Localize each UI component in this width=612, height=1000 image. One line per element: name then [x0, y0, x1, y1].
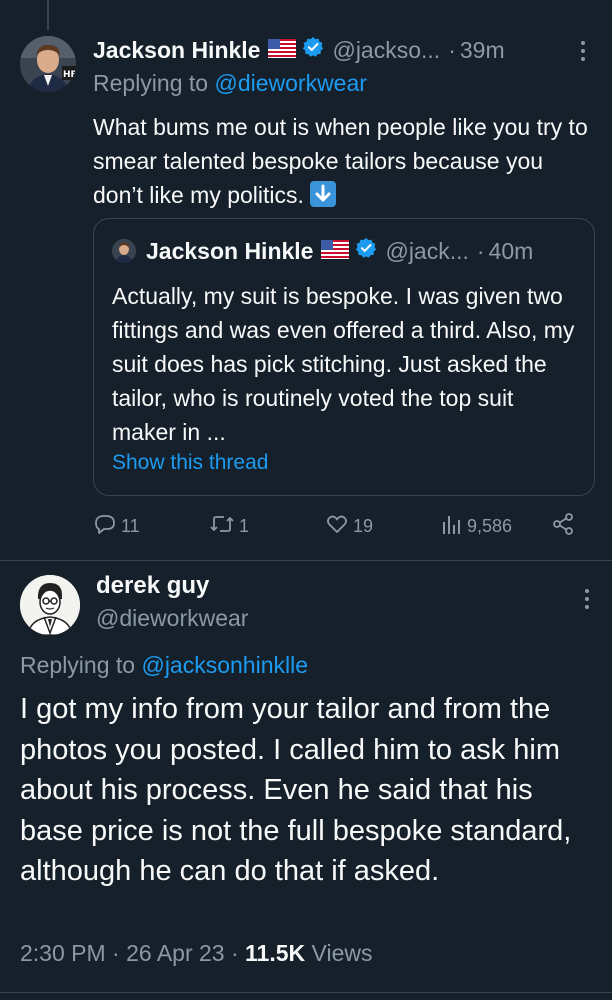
more-options-icon[interactable] [584, 588, 590, 615]
retweet-button[interactable]: 1 [209, 510, 249, 542]
us-flag-icon [268, 37, 297, 64]
retweet-icon [209, 512, 235, 541]
more-options-icon[interactable] [580, 40, 586, 67]
quoted-author-name: Jackson Hinkle [146, 237, 314, 264]
views-button[interactable]: 9,586 [441, 510, 512, 542]
separator-dot: · [448, 36, 456, 63]
like-count: 19 [353, 515, 374, 536]
reply-button[interactable]: 11 [93, 510, 140, 542]
quoted-tweet-time: 40m [488, 237, 534, 264]
quoted-author-handle: @jack... [385, 237, 469, 264]
quoted-avatar [112, 239, 136, 263]
avatar[interactable]: HB [20, 36, 76, 92]
tweet-detail-page: HB Jackson Hinkle @jackso... · 39m Reply… [0, 0, 612, 1000]
avatar-badge-text: HB [63, 70, 76, 80]
views-count: 9,586 [467, 515, 513, 536]
quoted-tweet-header: Jackson Hinkle @jack... · 40m [146, 235, 580, 267]
separator-dot: · [476, 237, 485, 264]
tweet-action-bar: 11 1 19 9,586 [93, 510, 593, 542]
derek-guy-avatar-image [20, 575, 80, 635]
share-icon [551, 512, 575, 541]
like-button[interactable]: 19 [325, 510, 373, 542]
tweet-body: What bums me out is when people like you… [93, 114, 588, 208]
author-name[interactable]: Jackson Hinkle [93, 37, 260, 64]
replying-to-handle-link[interactable]: @dieworkwear [214, 70, 366, 96]
replying-to-line: Replying to @dieworkwear [93, 70, 367, 97]
quoted-tweet-card[interactable]: Jackson Hinkle @jack... · 40m Actually, … [93, 218, 595, 496]
us-flag-icon [321, 238, 350, 265]
replying-to-label: Replying to [93, 70, 209, 96]
verified-badge-icon [355, 237, 377, 265]
tweet-text: I got my info from your tailor and from … [20, 693, 572, 887]
divider [0, 560, 612, 561]
show-thread-link[interactable]: Show this thread [112, 451, 268, 475]
analytics-icon [441, 512, 463, 541]
reply-count: 11 [121, 515, 140, 536]
avatar[interactable] [20, 575, 80, 635]
down-arrow-emoji-icon [309, 181, 336, 207]
quoted-tweet-text: Actually, my suit is bespoke. I was give… [112, 283, 575, 445]
parent-tweet[interactable]: HB Jackson Hinkle @jackso... · 39m Reply… [0, 0, 612, 560]
heart-icon [325, 512, 349, 541]
tweet-time[interactable]: 39m [460, 37, 505, 64]
author-name[interactable]: derek guy [96, 572, 209, 600]
author-handle[interactable]: @jackso... [332, 37, 440, 64]
tweet-date[interactable]: 26 Apr 23 [126, 940, 224, 966]
replying-to-handle-link[interactable]: @jacksonhinklle [141, 652, 308, 678]
separator-dot: · [230, 940, 246, 966]
views-label: Views [311, 940, 373, 966]
replying-to-label: Replying to [20, 652, 136, 678]
jackson-avatar-image: HB [20, 36, 76, 92]
tweet-header: Jackson Hinkle @jackso... · 39m [93, 32, 592, 68]
retweet-count: 1 [239, 515, 250, 536]
tweet-time[interactable]: 2:30 PM [20, 940, 106, 966]
author-handle[interactable]: @dieworkwear [96, 605, 248, 632]
tweet-metadata: 2:30 PM · 26 Apr 23 · 11.5K Views [20, 940, 372, 967]
divider [0, 992, 612, 993]
verified-badge-icon[interactable] [302, 36, 324, 64]
tweet-text: What bums me out is when people like you… [93, 110, 593, 212]
views-count[interactable]: 11.5K [245, 940, 305, 966]
separator-dot: · [112, 940, 127, 966]
reply-icon [93, 512, 117, 541]
share-button[interactable] [551, 510, 575, 542]
replying-to-line: Replying to @jacksonhinklle [20, 652, 308, 679]
